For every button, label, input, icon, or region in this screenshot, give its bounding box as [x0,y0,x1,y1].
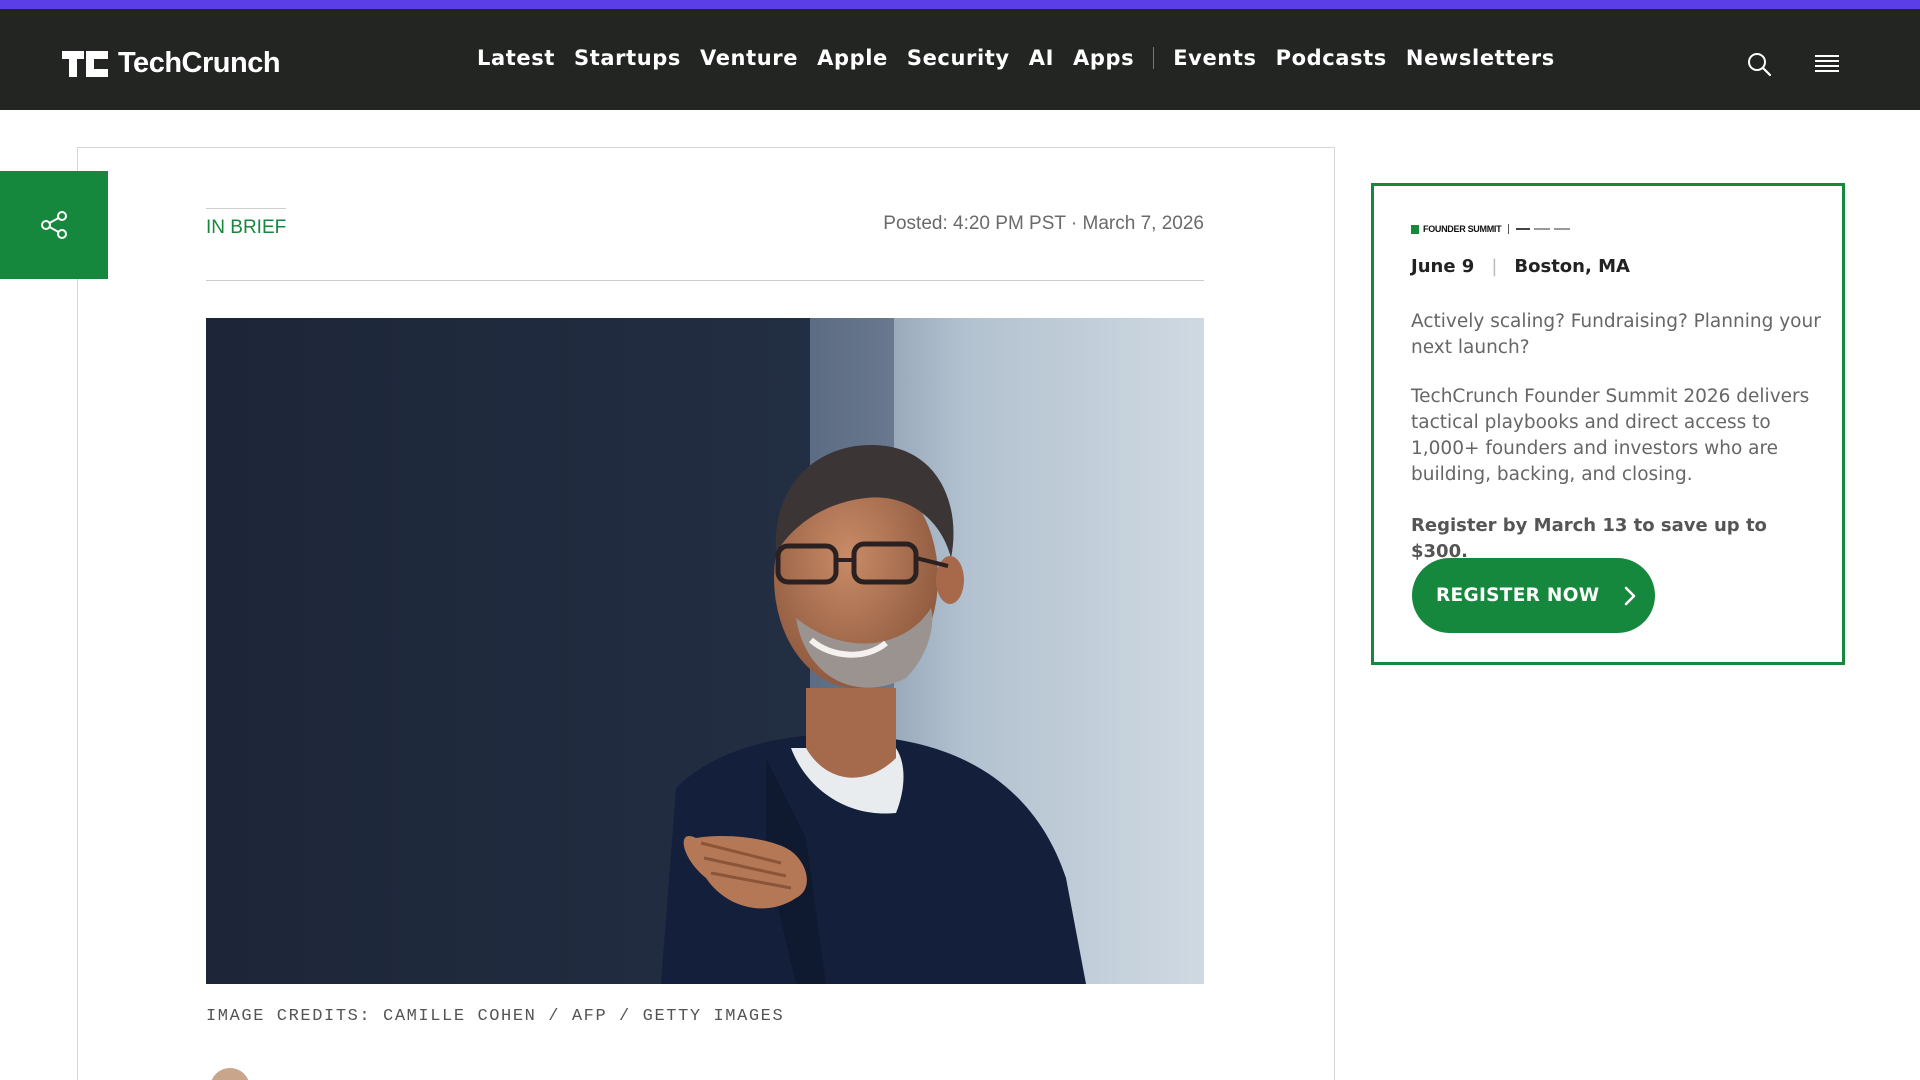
hero-photo-illustration [206,318,1204,984]
hamburger-menu-icon [1815,55,1839,72]
promo-intro: Actively scaling? Fundraising? Planning … [1411,311,1821,358]
techcrunch-logo[interactable]: TechCrunch [62,47,281,80]
sponsor-logo-icon [1516,228,1571,230]
nav-item-ai[interactable]: AI [1029,46,1054,70]
founder-summit-logo-mark [1411,224,1419,234]
image-credits: IMAGE CREDITS: CAMILLE COHEN / AFP / GET… [206,1007,785,1026]
event-meta: June 9 | Boston, MA [1411,256,1630,277]
event-location: Boston, MA [1514,256,1630,277]
share-icon [41,211,67,239]
share-button[interactable] [0,171,108,279]
search-button[interactable] [1744,49,1774,79]
nav-item-venture[interactable]: Venture [700,46,798,70]
chevron-right-icon [1625,586,1636,605]
founder-summit-logo: FOUNDER SUMMIT [1411,224,1571,234]
nav-item-latest[interactable]: Latest [477,46,555,70]
main-nav: Latest Startups Venture Apple Security A… [477,46,1574,70]
hero-image [206,318,1204,984]
site-name: TechCrunch [118,47,281,79]
register-now-label: REGISTER NOW [1436,585,1600,606]
nav-item-startups[interactable]: Startups [574,46,681,70]
nav-item-security[interactable]: Security [907,46,1010,70]
founder-summit-logo-text: FOUNDER SUMMIT [1423,224,1502,234]
meta-divider: | [1491,256,1498,277]
menu-button[interactable] [1812,49,1842,79]
nav-item-apps[interactable]: Apps [1073,46,1134,70]
posted-timestamp: Posted: 4:20 PM PST · March 7, 2026 [883,213,1204,234]
nav-item-apple[interactable]: Apple [817,46,888,70]
nav-item-podcasts[interactable]: Podcasts [1276,46,1387,70]
header-divider [206,280,1204,281]
nav-item-newsletters[interactable]: Newsletters [1406,46,1555,70]
register-now-button[interactable]: REGISTER NOW [1412,558,1655,633]
site-header: TechCrunch Latest Startups Venture Apple… [0,9,1920,110]
nav-divider [1153,47,1155,69]
search-icon [1748,53,1772,77]
tc-logo-icon [62,50,108,77]
nav-item-events[interactable]: Events [1173,46,1256,70]
logo-divider [1508,224,1510,234]
article-category[interactable]: IN BRIEF [206,208,287,239]
top-accent-bar [0,0,1920,9]
event-date: June 9 [1411,256,1475,277]
promo-description: TechCrunch Founder Summit 2026 delivers … [1411,386,1810,485]
founder-summit-promo: FOUNDER SUMMIT June 9 | Boston, MA Activ… [1371,183,1845,665]
